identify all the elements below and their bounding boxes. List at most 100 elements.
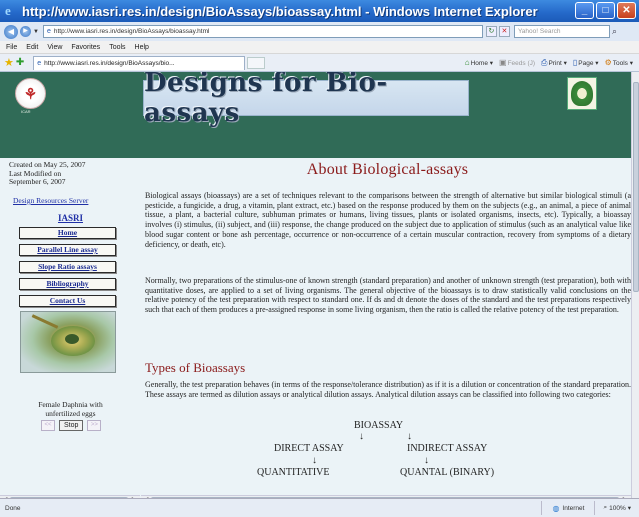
icar-logo: ⚘ [15, 78, 46, 109]
iasri-logo [567, 77, 597, 110]
zoom-dropdown-icon: ▾ [627, 505, 631, 512]
nav-bibliography[interactable]: Bibliography [19, 278, 116, 290]
stop-slideshow-button[interactable]: Stop [59, 420, 84, 431]
search-icon[interactable]: ⌕ [612, 26, 617, 37]
intro-text: Biological assays (bioassays) are a set … [145, 191, 631, 249]
globe-icon: ◍ [552, 503, 560, 513]
site-banner: ⚘ ICAR Designs for Bio-assays [0, 72, 639, 158]
tab-bar: ★ ✚ e http://www.iasri.res.in/design/Bio… [0, 54, 639, 72]
zoom-control[interactable]: ⌕ 100% ▾ [594, 501, 639, 515]
window-titlebar: e http://www.iasri.res.in/design/BioAssa… [0, 0, 639, 22]
diagram-direct-assay: DIRECT ASSAY [274, 443, 344, 454]
nav-home[interactable]: Home [19, 227, 116, 239]
preparations-paragraph: Normally, two preparations of the stimul… [145, 276, 631, 315]
command-bar: ⌂Home ▾ ▣Feeds (J) ⎙Print ▾ ▯Page ▾ ⚙Too… [465, 58, 639, 68]
types-paragraph: Generally, the test preparation behaves … [145, 380, 631, 399]
favorites-star-icon[interactable]: ★ [4, 56, 14, 69]
url-text: http://www.iasri.res.in/design/BioAssays… [53, 28, 210, 35]
tab-label: http://www.iasri.res.in/design/BioAssays… [44, 59, 175, 67]
zoom-icon: ⌕ [603, 504, 608, 511]
print-icon: ⎙ [541, 57, 548, 67]
daphnia-photo [20, 311, 116, 373]
nav-contact-us[interactable]: Contact Us [19, 295, 116, 307]
page-viewport: ⚘ ICAR Designs for Bio-assays Created on… [0, 72, 639, 498]
menu-file[interactable]: File [6, 44, 17, 51]
diagram-root: BIOASSAY [354, 420, 404, 431]
sidebar: Created on May 25, 2007 Last Modified on… [0, 158, 141, 498]
stop-icon[interactable]: ✕ [498, 26, 510, 37]
diagram-quantal-binary: QUANTAL (BINARY) [400, 467, 495, 478]
prev-image-button[interactable]: << [41, 420, 55, 431]
nav-parallel-line-assay[interactable]: Parallel Line assay [19, 244, 116, 256]
status-bar: Done ◍ Internet ⌕ 100% ▾ [0, 498, 639, 517]
menu-bar: File Edit View Favorites Tools Help [0, 41, 639, 54]
zoom-level: 100% [609, 504, 626, 512]
page-button[interactable]: ▯Page ▾ [573, 58, 599, 67]
menu-tools[interactable]: Tools [109, 44, 125, 51]
photo-antenna [31, 314, 59, 329]
photo-eggs [65, 334, 79, 344]
page-icon-cmd: ▯ [572, 58, 578, 67]
forward-button[interactable]: ▶ [20, 26, 31, 37]
security-zone[interactable]: ◍ Internet [541, 501, 594, 515]
minimize-icon[interactable]: _ [575, 2, 594, 19]
zone-label: Internet [562, 504, 585, 512]
nav-slope-ratio-assays[interactable]: Slope Ratio assays [19, 261, 116, 273]
icar-logo-caption: ICAR [21, 109, 31, 114]
photo-caption: Female Daphnia with unfertilized eggs [0, 400, 141, 418]
address-bar: ◀ ▶ ▼ e http://www.iasri.res.in/design/B… [0, 22, 639, 41]
slideshow-controls: << Stop >> [41, 420, 102, 431]
design-resources-link[interactable]: Design Resources Server [13, 196, 88, 205]
window-controls: _ □ ✕ [575, 2, 636, 19]
banner-title: Designs for Bio-assays [144, 72, 388, 128]
page-icon: e [46, 28, 51, 35]
types-heading: Types of Bioassays [145, 360, 246, 375]
home-button[interactable]: ⌂Home ▾ [465, 58, 493, 67]
tab-bioassay[interactable]: e http://www.iasri.res.in/design/BioAssa… [33, 55, 246, 70]
tab-page-icon: e [37, 59, 42, 67]
intro-paragraph: Biological assays (bioassays) are a set … [145, 191, 631, 249]
address-actions: ↻ ✕ [485, 26, 510, 37]
feeds-button[interactable]: ▣Feeds (J) [499, 58, 535, 67]
print-button[interactable]: ⎙Print ▾ [541, 58, 567, 68]
print-label: Print [548, 59, 562, 67]
next-image-button[interactable]: >> [87, 420, 102, 431]
close-icon[interactable]: ✕ [617, 2, 636, 19]
search-input[interactable]: Yahoo! Search [513, 25, 610, 38]
vertical-scrollbar[interactable] [631, 72, 639, 498]
page-label: Page [578, 60, 594, 67]
menu-help[interactable]: Help [135, 44, 149, 51]
menu-favorites[interactable]: Favorites [71, 44, 100, 51]
iasri-link[interactable]: IASRI [0, 213, 141, 223]
types-text: Generally, the test preparation behaves … [145, 380, 631, 399]
page-dates: Created on May 25, 2007 Last Modified on… [9, 160, 139, 187]
history-dropdown-icon[interactable]: ▼ [33, 29, 39, 35]
refresh-icon[interactable]: ↻ [485, 26, 497, 37]
diagram-indirect-assay: INDIRECT ASSAY [407, 443, 488, 454]
url-input[interactable]: e http://www.iasri.res.in/design/BioAssa… [42, 25, 483, 38]
diagram-quantitative: QUANTITATIVE [257, 467, 330, 478]
modified-date: September 6, 2007 [9, 177, 66, 186]
maximize-icon[interactable]: □ [596, 2, 615, 19]
diagram-arrow-indirect: ↓ [424, 455, 429, 466]
new-tab-button[interactable] [247, 56, 266, 69]
vertical-scroll-thumb[interactable] [633, 82, 639, 292]
diagram-arrow-left: ↓ [359, 431, 364, 442]
menu-edit[interactable]: Edit [26, 44, 38, 51]
caption-line-1: Female Daphnia with [38, 400, 103, 409]
diagram-arrow-right: ↓ [407, 431, 412, 442]
feeds-icon: ▣ [499, 58, 507, 67]
add-favorites-icon[interactable]: ✚ [16, 57, 24, 68]
back-button[interactable]: ◀ [4, 24, 18, 39]
home-icon: ⌂ [464, 58, 470, 67]
tools-button[interactable]: ⚙Tools ▾ [605, 58, 633, 67]
page-title: About Biological-assays [306, 161, 469, 178]
menu-view[interactable]: View [47, 44, 62, 51]
caption-line-2: unfertilized eggs [45, 409, 96, 418]
status-text: Done [5, 504, 21, 512]
main-content: About Biological-assays Biological assay… [141, 158, 634, 498]
banner-title-box: Designs for Bio-assays [143, 72, 469, 128]
diagram-arrow-direct: ↓ [312, 455, 317, 466]
window-title: http://www.iasri.res.in/design/BioAssays… [22, 3, 538, 19]
feeds-label: Feeds (J) [507, 60, 536, 67]
